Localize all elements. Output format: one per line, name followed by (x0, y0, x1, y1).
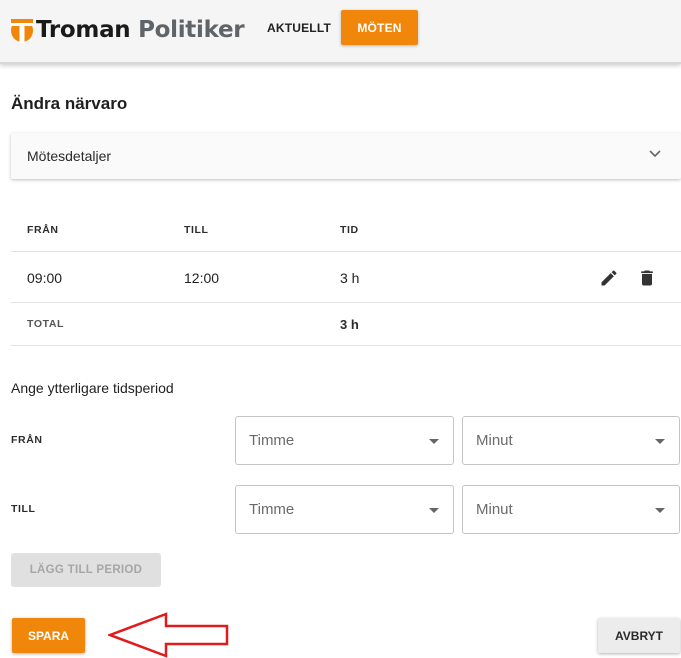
from-label: FRÅN (11, 434, 43, 446)
col-header-from: FRÅN (27, 224, 59, 236)
select-placeholder: Minut (476, 432, 513, 449)
app-header: Troman Politiker AKTUELLT MÖTEN (0, 0, 681, 64)
logo-suffix: Politiker (130, 17, 245, 43)
add-period-button[interactable]: LÄGG TILL PERIOD (11, 553, 161, 587)
to-label: TILL (11, 503, 36, 515)
col-header-to: TILL (184, 224, 209, 236)
from-minute-select[interactable]: Minut (462, 416, 680, 465)
col-header-duration: TID (340, 224, 359, 236)
logo-text: Troman Politiker (36, 17, 245, 43)
table-divider (11, 302, 681, 303)
select-placeholder: Minut (476, 501, 513, 518)
total-label: TOTAL (27, 318, 65, 330)
dropdown-arrow-icon (429, 508, 439, 513)
edit-icon[interactable] (597, 266, 621, 290)
page-title: Ändra närvaro (11, 94, 128, 113)
row-from: 09:00 (27, 270, 63, 286)
save-button[interactable]: SPARA (12, 618, 85, 653)
total-value: 3 h (340, 317, 359, 332)
dropdown-arrow-icon (655, 439, 665, 444)
row-duration: 3 h (340, 270, 360, 286)
nav-aktuellt[interactable]: AKTUELLT (264, 10, 334, 45)
chevron-down-icon (649, 150, 661, 158)
row-to: 12:00 (184, 270, 220, 286)
delete-icon[interactable] (635, 266, 659, 290)
from-hour-select[interactable]: Timme (235, 416, 454, 465)
table-divider (11, 251, 681, 252)
to-hour-select[interactable]: Timme (235, 485, 454, 534)
annotation-arrow-icon (108, 612, 229, 658)
troman-logo-icon (10, 19, 34, 43)
dropdown-arrow-icon (429, 439, 439, 444)
nav-moten[interactable]: MÖTEN (341, 10, 418, 45)
logo-brand: Troman (36, 17, 131, 43)
select-placeholder: Timme (249, 432, 295, 449)
meeting-details-accordion[interactable]: Mötesdetaljer (11, 133, 681, 179)
select-placeholder: Timme (249, 501, 295, 518)
cancel-button[interactable]: AVBRYT (598, 618, 680, 653)
to-minute-select[interactable]: Minut (462, 485, 680, 534)
dropdown-arrow-icon (655, 508, 665, 513)
table-divider (11, 345, 681, 346)
logo[interactable]: Troman Politiker (10, 14, 245, 46)
add-period-title: Ange ytterligare tidsperiod (11, 380, 174, 396)
accordion-label: Mötesdetaljer (27, 148, 112, 164)
